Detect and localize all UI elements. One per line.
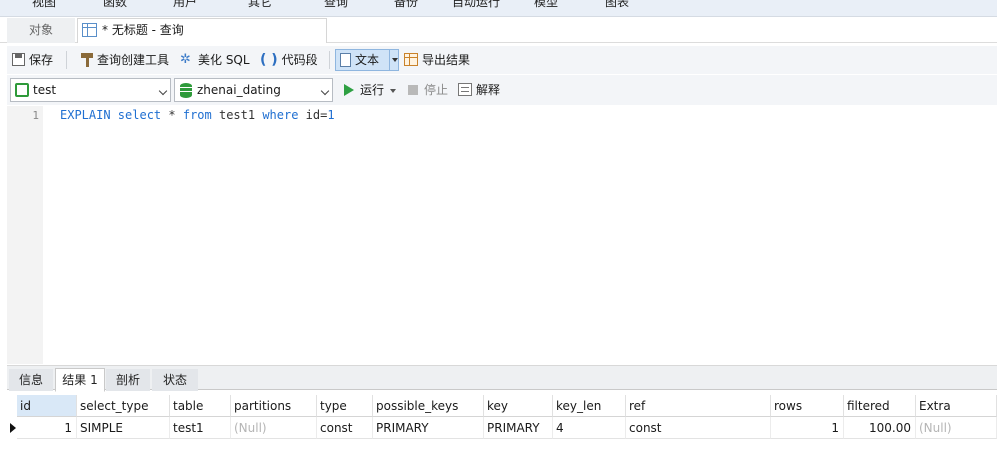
chevron-down-icon <box>320 86 330 96</box>
save-label: 保存 <box>29 53 54 67</box>
query-toolbar: 保存 查询创建工具 ✲ 美化 SQL ( ) 代码段 文本 导出结果 <box>7 46 997 74</box>
sql-token: * <box>161 108 183 122</box>
beautify-label: 美化 SQL <box>198 53 250 67</box>
explain-button[interactable]: 解释 <box>458 80 500 100</box>
code-snippet-button[interactable]: ( ) 代码段 <box>260 50 318 70</box>
stop-icon <box>408 84 418 95</box>
current-row-marker-icon <box>10 423 16 433</box>
sql-keyword: EXPLAIN select <box>60 108 162 122</box>
connection-select[interactable]: test <box>10 78 171 102</box>
column-header-type[interactable]: type <box>317 395 373 417</box>
column-header-key-len[interactable]: key_len <box>553 395 626 417</box>
document-icon <box>340 52 351 67</box>
line-number-gutter: 1 <box>7 106 43 364</box>
column-header-select-type[interactable]: select_type <box>77 395 170 417</box>
text-mode-label: 文本 <box>355 53 380 67</box>
column-header-rows[interactable]: rows <box>771 395 844 417</box>
menu-query[interactable]: 查询 <box>324 0 348 10</box>
column-header-id[interactable]: id <box>17 395 77 417</box>
table-cell[interactable]: (Null) <box>916 417 997 439</box>
table-cell[interactable]: SIMPLE <box>77 417 170 439</box>
explain-icon <box>458 83 472 96</box>
menu-automation[interactable]: 自动运行 <box>452 0 500 10</box>
tab-objects[interactable]: 对象 <box>7 18 75 43</box>
table-cell[interactable]: (Null) <box>231 417 317 439</box>
save-icon <box>12 53 25 66</box>
play-icon <box>344 83 354 96</box>
stop-label: 停止 <box>424 83 449 97</box>
menu-chart[interactable]: 图表 <box>605 0 629 10</box>
sql-token: id= <box>298 108 328 122</box>
database-icon <box>180 83 192 98</box>
text-mode-button[interactable]: 文本 <box>335 49 399 71</box>
export-grid-icon <box>404 53 418 66</box>
magic-wand-icon: ✲ <box>180 51 191 67</box>
column-header-table[interactable]: table <box>170 395 231 417</box>
tab-info[interactable]: 信息 <box>9 369 53 391</box>
table-cell[interactable]: const <box>317 417 373 439</box>
tab-query-label: * 无标题 - 查询 <box>102 23 184 37</box>
query-builder-button[interactable]: 查询创建工具 <box>81 50 169 70</box>
menu-bar: 视图 函数 用户 其它 查询 备份 自动运行 模型 图表 <box>0 0 997 17</box>
hammer-icon <box>81 52 93 67</box>
document-tab-strip: 对象 * 无标题 - 查询 <box>0 17 997 43</box>
table-cell[interactable]: const <box>626 417 771 439</box>
sql-number: 1 <box>327 108 335 122</box>
menu-functions[interactable]: 函数 <box>103 0 127 10</box>
column-header-possible-keys[interactable]: possible_keys <box>373 395 484 417</box>
sql-token: test1 <box>211 108 263 122</box>
save-button[interactable]: 保存 <box>12 50 53 70</box>
menu-others[interactable]: 其它 <box>248 0 272 10</box>
run-dropdown-icon[interactable] <box>390 88 397 93</box>
column-header-partitions[interactable]: partitions <box>231 395 317 417</box>
run-label: 运行 <box>360 83 385 97</box>
sql-code-line[interactable]: EXPLAIN select * from test1 where id=1 <box>60 108 335 122</box>
result-tabs: 信息 结果 1 剖析 状态 <box>7 365 997 392</box>
tab-query[interactable]: * 无标题 - 查询 <box>77 18 327 43</box>
column-header-filtered[interactable]: filtered <box>844 395 916 417</box>
table-cell[interactable]: PRIMARY <box>484 417 553 439</box>
database-value: zhenai_dating <box>197 83 281 97</box>
sql-editor[interactable]: 1 EXPLAIN select * from test1 where id=1 <box>7 106 997 364</box>
menu-users[interactable]: 用户 <box>173 0 197 10</box>
sql-keyword: from <box>182 108 212 122</box>
text-mode-dropdown[interactable] <box>389 50 398 70</box>
column-header-ref[interactable]: ref <box>626 395 771 417</box>
sql-keyword: where <box>262 108 299 122</box>
query-builder-label: 查询创建工具 <box>97 53 170 67</box>
connection-toolbar: test zhenai_dating 运行 停止 解释 <box>7 75 997 105</box>
table-cell[interactable]: 1 <box>17 417 77 439</box>
toolbar-divider <box>329 51 330 69</box>
menu-model[interactable]: 模型 <box>534 0 558 10</box>
chevron-down-icon <box>158 86 168 96</box>
result-grid[interactable]: id select_type table partitions type pos… <box>7 395 997 464</box>
column-header-extra[interactable]: Extra <box>916 395 997 417</box>
menu-view[interactable]: 视图 <box>32 0 56 10</box>
explain-label: 解释 <box>476 83 501 97</box>
table-cell[interactable]: PRIMARY <box>373 417 484 439</box>
tab-profile[interactable]: 剖析 <box>106 369 150 391</box>
export-results-button[interactable]: 导出结果 <box>404 50 470 70</box>
beautify-sql-button[interactable]: ✲ 美化 SQL <box>180 50 250 70</box>
tab-status[interactable]: 状态 <box>152 369 198 391</box>
braces-icon: ( ) <box>260 52 278 68</box>
code-snippet-label: 代码段 <box>281 53 318 67</box>
table-cell[interactable]: 4 <box>553 417 626 439</box>
navicat-query-window: { "menu": { "items": ["视图", "函数", "用户", … <box>0 0 997 464</box>
column-header-key[interactable]: key <box>484 395 553 417</box>
connection-icon <box>15 83 29 97</box>
tab-result-1[interactable]: 结果 1 <box>55 368 105 392</box>
toolbar-divider <box>66 51 67 69</box>
table-cell[interactable]: 1 <box>771 417 844 439</box>
menu-backup[interactable]: 备份 <box>394 0 418 10</box>
table-cell[interactable]: 100.00 <box>844 417 916 439</box>
line-number: 1 <box>32 109 39 122</box>
database-select[interactable]: zhenai_dating <box>174 78 333 102</box>
query-table-icon <box>82 23 97 37</box>
connection-value: test <box>33 83 57 97</box>
stop-button[interactable]: 停止 <box>408 80 448 100</box>
table-cell[interactable]: test1 <box>170 417 231 439</box>
run-button[interactable]: 运行 <box>344 80 397 100</box>
export-label: 导出结果 <box>422 53 471 67</box>
